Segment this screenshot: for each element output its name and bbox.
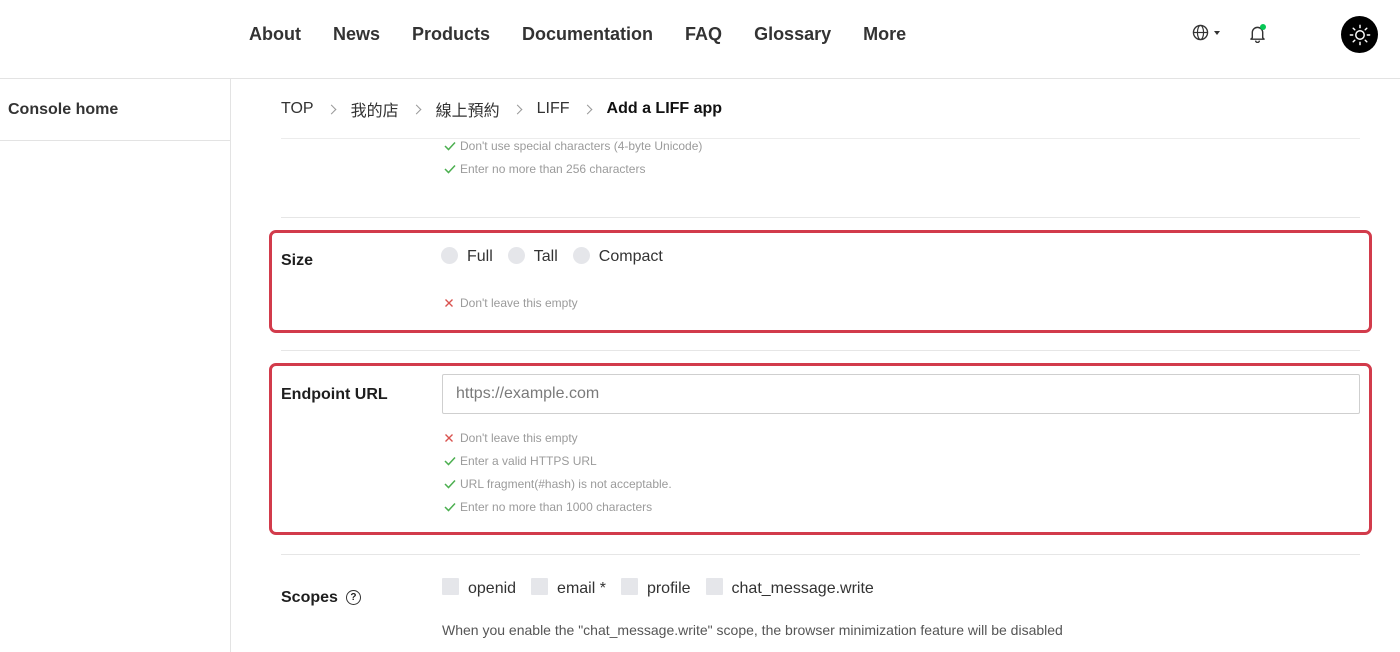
validation-rule: Enter no more than 256 characters	[444, 157, 702, 180]
top-navigation: About News Products Documentation FAQ Gl…	[0, 0, 1400, 79]
sidebar-item-console-home[interactable]: Console home	[0, 79, 230, 141]
radio-label: Compact	[598, 248, 663, 265]
radio-label: Tall	[533, 248, 558, 265]
scopes-label-row: Scopes?	[281, 589, 361, 607]
rule-text: Enter no more than 256 characters	[460, 161, 646, 176]
checkbox[interactable]	[620, 577, 638, 595]
sidebar: Console home	[0, 79, 231, 652]
breadcrumb: TOP 我的店 線上預約 LIFF Add a LIFF app	[281, 97, 722, 121]
nav-link-about[interactable]: About	[249, 22, 301, 46]
breadcrumb-current: Add a LIFF app	[606, 100, 723, 117]
rule-text: Don't leave this empty	[460, 430, 578, 445]
breadcrumb-channel[interactable]: 線上預約	[436, 97, 500, 121]
validation-rule: Enter a valid HTTPS URL	[444, 449, 672, 472]
checkbox-label: profile	[646, 580, 691, 597]
scopes-checkbox-group: openid email * profile chat_message.writ…	[442, 577, 889, 598]
nav-link-products[interactable]: Products	[412, 22, 490, 46]
section-divider	[281, 554, 1360, 555]
rule-text: Don't leave this empty	[460, 295, 578, 310]
scope-openid[interactable]: openid	[442, 577, 517, 598]
endpoint-url-label: Endpoint URL	[281, 386, 388, 403]
globe-icon	[1192, 24, 1209, 41]
checkbox[interactable]	[442, 577, 459, 595]
scopes-label: Scopes	[281, 589, 338, 606]
error-x-icon	[445, 298, 453, 307]
nav-links: About News Products Documentation FAQ Gl…	[249, 22, 938, 46]
chevron-down-icon	[1214, 30, 1220, 35]
nav-link-faq[interactable]: FAQ	[685, 22, 722, 46]
nav-link-news[interactable]: News	[333, 22, 380, 46]
scopes-note: When you enable the "chat_message.write"…	[442, 622, 1063, 638]
checkbox-label: email *	[557, 580, 606, 597]
checkbox-label: openid	[468, 580, 517, 597]
notifications-button[interactable]	[1249, 24, 1267, 44]
check-icon	[444, 479, 456, 489]
question-circle-icon[interactable]: ?	[345, 590, 361, 606]
breadcrumb-liff[interactable]: LIFF	[537, 100, 570, 118]
radio-label: Full	[467, 248, 493, 265]
size-rules: Don't leave this empty	[444, 291, 578, 314]
sidebar-item-label: Console home	[8, 100, 119, 118]
rule-text: Enter no more than 1000 characters	[460, 499, 653, 514]
rule-text: URL fragment(#hash) is not acceptable.	[460, 476, 672, 491]
sun-icon	[1349, 24, 1370, 45]
checkbox[interactable]	[705, 577, 723, 595]
scope-profile[interactable]: profile	[620, 577, 691, 598]
check-icon	[444, 141, 456, 151]
radio-button[interactable]	[507, 246, 525, 264]
size-radio-group: Full Tall Compact	[441, 246, 678, 266]
error-x-icon	[445, 433, 453, 442]
chevron-right-icon	[411, 104, 422, 114]
chevron-right-icon	[326, 104, 337, 114]
validation-rule: Don't use special characters (4-byte Uni…	[444, 134, 702, 157]
notification-dot	[1260, 24, 1266, 30]
size-error-highlight	[269, 230, 1372, 333]
check-icon	[444, 164, 456, 174]
breadcrumb-divider	[281, 138, 1360, 139]
radio-button[interactable]	[441, 246, 458, 264]
name-rules: Don't use special characters (4-byte Uni…	[444, 134, 702, 180]
size-option-compact[interactable]: Compact	[572, 246, 663, 266]
breadcrumb-provider[interactable]: 我的店	[351, 97, 399, 121]
check-icon	[444, 456, 456, 466]
rule-text: Enter a valid HTTPS URL	[460, 453, 597, 468]
language-selector[interactable]	[1192, 24, 1220, 41]
checkbox[interactable]	[531, 577, 549, 595]
scope-chat-message-write[interactable]: chat_message.write	[705, 577, 874, 598]
nav-link-documentation[interactable]: Documentation	[522, 22, 653, 46]
validation-rule: Enter no more than 1000 characters	[444, 495, 672, 518]
radio-button[interactable]	[572, 246, 590, 264]
size-option-full[interactable]: Full	[441, 246, 493, 266]
nav-link-more[interactable]: More	[863, 22, 906, 46]
validation-rule: URL fragment(#hash) is not acceptable.	[444, 472, 672, 495]
nav-link-glossary[interactable]: Glossary	[754, 22, 831, 46]
endpoint-rules: Don't leave this empty Enter a valid HTT…	[444, 426, 672, 518]
chevron-right-icon	[512, 104, 523, 114]
validation-rule: Don't leave this empty	[444, 426, 672, 449]
endpoint-url-input[interactable]	[442, 374, 1360, 414]
section-divider	[281, 217, 1360, 218]
section-divider	[281, 350, 1360, 351]
scope-email[interactable]: email *	[531, 577, 606, 598]
breadcrumb-top[interactable]: TOP	[281, 100, 314, 118]
size-option-tall[interactable]: Tall	[507, 246, 558, 266]
theme-toggle-button[interactable]	[1341, 16, 1378, 53]
check-icon	[444, 502, 456, 512]
rule-text: Don't use special characters (4-byte Uni…	[460, 138, 703, 153]
size-label: Size	[281, 252, 314, 269]
chevron-right-icon	[582, 104, 592, 114]
validation-rule: Don't leave this empty	[444, 291, 578, 314]
checkbox-label: chat_message.write	[731, 580, 874, 597]
